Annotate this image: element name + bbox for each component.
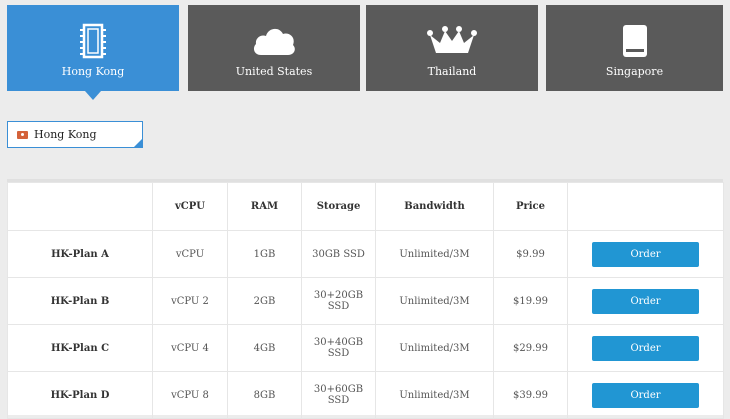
price-cell: $29.99	[493, 324, 568, 372]
table-row: HK-Plan D vCPU 8 8GB 30+60GB SSD Unlimit…	[7, 371, 724, 419]
tab-thailand[interactable]: Thailand	[366, 5, 538, 91]
storage-cell: 30+20GB SSD	[301, 277, 376, 325]
vcpu-cell: vCPU 8	[152, 371, 228, 419]
table-header-row: vCPU RAM Storage Bandwidth Price	[7, 182, 724, 231]
bandwidth-cell: Unlimited/3M	[375, 371, 494, 419]
storage-cell: 30+40GB SSD	[301, 324, 376, 372]
action-cell: Order	[567, 230, 724, 278]
plans-table: vCPU RAM Storage Bandwidth Price HK-Plan…	[7, 182, 724, 419]
order-button[interactable]: Order	[592, 288, 699, 314]
vcpu-cell: vCPU 4	[152, 324, 228, 372]
tab-label: Hong Kong	[61, 65, 125, 78]
price-cell: $9.99	[493, 230, 568, 278]
header-ram: RAM	[227, 182, 302, 231]
plan-name: HK-Plan A	[7, 230, 153, 278]
header-plan	[7, 182, 153, 231]
vcpu-cell: vCPU	[152, 230, 228, 278]
price-cell: $39.99	[493, 371, 568, 419]
ram-cell: 2GB	[227, 277, 302, 325]
order-button[interactable]: Order	[592, 335, 699, 361]
tab-label: United States	[235, 65, 313, 78]
active-tab-pointer	[85, 91, 101, 100]
table-row: HK-Plan B vCPU 2 2GB 30+20GB SSD Unlimit…	[7, 277, 724, 325]
plans-table-container: vCPU RAM Storage Bandwidth Price HK-Plan…	[7, 179, 724, 419]
header-storage: Storage	[301, 182, 376, 231]
action-cell: Order	[567, 371, 724, 419]
header-bandwidth: Bandwidth	[375, 182, 494, 231]
tab-united-states[interactable]: United States	[188, 5, 360, 91]
header-action	[567, 182, 724, 231]
plan-name: HK-Plan B	[7, 277, 153, 325]
ram-cell: 4GB	[227, 324, 302, 372]
location-select-value: Hong Kong	[34, 128, 97, 141]
tab-singapore[interactable]: Singapore	[546, 5, 723, 91]
storage-cell: 30GB SSD	[301, 230, 376, 278]
bandwidth-cell: Unlimited/3M	[375, 324, 494, 372]
action-cell: Order	[567, 277, 724, 325]
flag-icon	[17, 131, 28, 139]
storage-cell: 30+60GB SSD	[301, 371, 376, 419]
location-tabs: Hong Kong United States Thailand Singapo…	[7, 5, 723, 100]
tab-label: Thailand	[427, 65, 477, 78]
table-row: HK-Plan A vCPU 1GB 30GB SSD Unlimited/3M…	[7, 230, 724, 278]
header-vcpu: vCPU	[152, 182, 228, 231]
location-select[interactable]: Hong Kong	[7, 121, 143, 148]
vcpu-cell: vCPU 2	[152, 277, 228, 325]
tab-label: Singapore	[605, 65, 664, 78]
plan-name: HK-Plan D	[7, 371, 153, 419]
drive-icon	[546, 23, 723, 61]
ram-cell: 8GB	[227, 371, 302, 419]
crown-icon	[366, 23, 538, 61]
action-cell: Order	[567, 324, 724, 372]
resize-corner-icon	[134, 139, 142, 147]
ram-cell: 1GB	[227, 230, 302, 278]
bandwidth-cell: Unlimited/3M	[375, 277, 494, 325]
cloud-icon	[188, 23, 360, 61]
price-cell: $19.99	[493, 277, 568, 325]
table-row: HK-Plan C vCPU 4 4GB 30+40GB SSD Unlimit…	[7, 324, 724, 372]
tab-hong-kong[interactable]: Hong Kong	[7, 5, 179, 100]
chip-icon	[7, 23, 179, 61]
order-button[interactable]: Order	[592, 382, 699, 408]
header-price: Price	[493, 182, 568, 231]
order-button[interactable]: Order	[592, 241, 699, 267]
bandwidth-cell: Unlimited/3M	[375, 230, 494, 278]
plan-name: HK-Plan C	[7, 324, 153, 372]
